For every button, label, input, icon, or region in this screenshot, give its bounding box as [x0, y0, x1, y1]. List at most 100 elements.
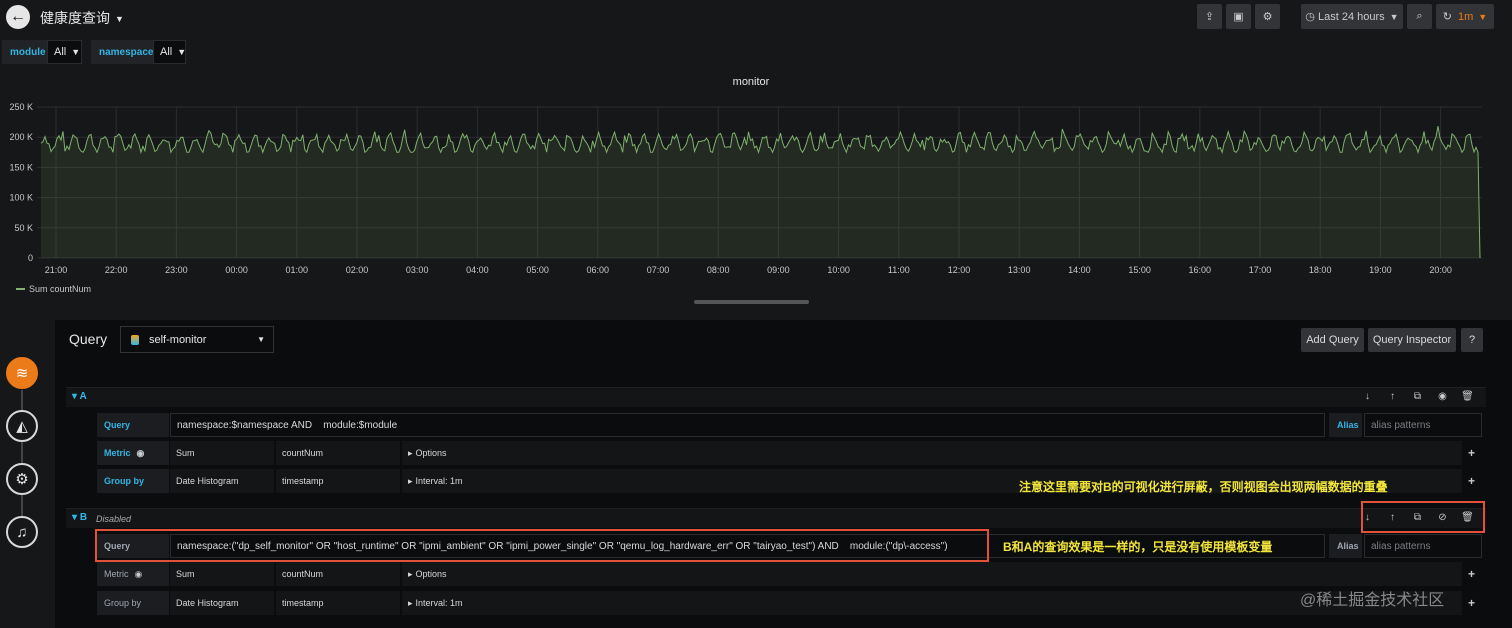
- caret-right-icon: ▸: [408, 568, 413, 579]
- x-tick-label: 18:00: [1309, 265, 1332, 275]
- groupby-field[interactable]: timestamp: [276, 469, 400, 493]
- y-tick-label: 200 K: [9, 132, 33, 142]
- top-navbar: ← 健康度查询 ▼ ⇪ ▣ ⚙ ◷ Last 24 hours ▼ ⌕ ↻ 1m …: [0, 0, 1512, 36]
- query-letter: ▾ A: [72, 391, 87, 402]
- metric-field[interactable]: countNum: [276, 562, 400, 586]
- visualization-icon[interactable]: ◭: [6, 410, 38, 442]
- metric-aggregation[interactable]: Sum: [170, 562, 274, 586]
- caret-right-icon: ▸: [408, 447, 413, 458]
- x-tick-label: 15:00: [1128, 265, 1151, 275]
- alias-label: Alias: [1329, 534, 1362, 558]
- eye-icon[interactable]: ◉: [137, 448, 145, 459]
- x-tick-label: 19:00: [1369, 265, 1392, 275]
- help-button[interactable]: ?: [1461, 328, 1483, 352]
- variable-select[interactable]: All ▼: [47, 40, 82, 64]
- legend-series-label: Sum countNum: [29, 284, 92, 294]
- caret-right-icon: ▸: [408, 475, 413, 486]
- duplicate-icon[interactable]: ⧉: [1405, 391, 1430, 402]
- x-tick-label: 22:00: [105, 265, 128, 275]
- query-letter: ▾ B: [72, 512, 88, 523]
- zoom-out-icon[interactable]: ⌕: [1407, 4, 1432, 29]
- x-tick-label: 08:00: [707, 265, 730, 275]
- datasource-select[interactable]: self-monitor ▼: [120, 326, 274, 353]
- y-tick-label: 50 K: [14, 223, 33, 233]
- move-down-icon[interactable]: ↓: [1355, 391, 1380, 402]
- add-query-button[interactable]: Add Query: [1301, 328, 1364, 352]
- database-icon[interactable]: ≋: [6, 357, 38, 389]
- trash-icon[interactable]: 🗑: [1455, 391, 1480, 402]
- alias-input[interactable]: alias patterns: [1364, 413, 1482, 437]
- time-range-label: Last 24 hours: [1318, 10, 1385, 23]
- query-row-header-a[interactable]: ▾ A ↓ ↑ ⧉ ◉ 🗑: [66, 387, 1486, 407]
- x-tick-label: 20:00: [1429, 265, 1452, 275]
- groupby-type[interactable]: Date Histogram: [170, 469, 274, 493]
- x-tick-label: 04:00: [466, 265, 489, 275]
- chevron-down-icon: ▼: [71, 47, 81, 57]
- time-range-picker[interactable]: ◷ Last 24 hours ▼: [1301, 4, 1403, 29]
- disabled-label: Disabled: [96, 514, 132, 524]
- watermark: @稀土掘金技术社区: [1300, 592, 1445, 609]
- x-tick-label: 12:00: [948, 265, 971, 275]
- bell-icon[interactable]: ♫: [6, 516, 38, 548]
- chevron-down-icon: ▼: [177, 47, 187, 57]
- add-groupby-icon[interactable]: +: [1468, 596, 1475, 610]
- y-tick-label: 100 K: [9, 193, 33, 203]
- gear-icon[interactable]: ⚙: [6, 463, 38, 495]
- query-row-header-b[interactable]: ▾ B Disabled ↓ ↑ ⧉ ⊘ 🗑: [66, 508, 1486, 528]
- add-metric-icon[interactable]: +: [1468, 567, 1475, 581]
- dashboard-title: 健康度查询: [40, 10, 110, 26]
- metric-aggregation[interactable]: Sum: [170, 441, 274, 465]
- x-tick-label: 16:00: [1189, 265, 1212, 275]
- annotation-same-note: B和A的查询效果是一样的，只是没有使用模板变量: [1003, 540, 1273, 554]
- refresh-picker[interactable]: ↻ 1m ▼: [1436, 4, 1494, 29]
- panel-title[interactable]: monitor: [0, 76, 1502, 88]
- eye-icon[interactable]: ◉: [1430, 391, 1455, 402]
- x-tick-label: 05:00: [526, 265, 549, 275]
- y-tick-label: 250 K: [9, 102, 33, 112]
- chevron-down-icon: ▼: [1389, 11, 1399, 22]
- legend-color-swatch: [16, 288, 25, 290]
- groupby-type[interactable]: Date Histogram: [170, 591, 274, 615]
- metric-label: Metric ◉: [97, 441, 169, 465]
- move-up-icon[interactable]: ↑: [1380, 391, 1405, 402]
- x-tick-label: 03:00: [406, 265, 429, 275]
- query-inspector-button[interactable]: Query Inspector: [1368, 328, 1456, 352]
- add-metric-icon[interactable]: +: [1468, 446, 1475, 460]
- x-tick-label: 07:00: [647, 265, 670, 275]
- query-input[interactable]: namespace:$namespace AND module:$module: [170, 413, 1325, 437]
- save-icon[interactable]: ▣: [1226, 4, 1251, 29]
- eye-icon[interactable]: ◉: [135, 569, 143, 580]
- chart-legend[interactable]: Sum countNum: [16, 284, 91, 294]
- dashboard-title-picker[interactable]: 健康度查询 ▼: [40, 8, 124, 28]
- gear-icon[interactable]: ⚙: [1255, 4, 1280, 29]
- x-tick-label: 10:00: [827, 265, 850, 275]
- x-tick-label: 21:00: [45, 265, 68, 275]
- alias-input[interactable]: alias patterns: [1364, 534, 1482, 558]
- metric-label: Metric ◉: [97, 562, 169, 586]
- variable-select[interactable]: All ▼: [153, 40, 186, 64]
- back-arrow-icon[interactable]: ←: [6, 5, 30, 29]
- chevron-down-icon: ▼: [115, 14, 124, 25]
- metric-options[interactable]: ▸ Options: [402, 441, 1462, 465]
- datasource-name: self-monitor: [149, 333, 207, 346]
- groupby-field[interactable]: timestamp: [276, 591, 400, 615]
- x-tick-label: 14:00: [1068, 265, 1091, 275]
- panel-resize-handle[interactable]: [694, 300, 809, 304]
- share-icon[interactable]: ⇪: [1197, 4, 1222, 29]
- chevron-down-icon: ▼: [257, 335, 265, 344]
- caret-right-icon: ▸: [408, 597, 413, 608]
- y-tick-label: 0: [28, 253, 33, 263]
- metric-options[interactable]: ▸ Options: [402, 562, 1462, 586]
- x-tick-label: 01:00: [286, 265, 309, 275]
- x-tick-label: 06:00: [587, 265, 610, 275]
- x-tick-label: 17:00: [1249, 265, 1272, 275]
- time-series-chart[interactable]: 0 50 K 100 K 150 K 200 K 250 K 21:00 22:00 23:00…: [0, 95, 1512, 280]
- refresh-icon: ↻: [1442, 11, 1452, 23]
- add-groupby-icon[interactable]: +: [1468, 474, 1475, 488]
- x-tick-label: 00:00: [225, 265, 248, 275]
- annotation-disable-note: 注意这里需要对B的可视化进行屏蔽，否则视图会出现两幅数据的重叠: [1019, 480, 1388, 494]
- metric-field[interactable]: countNum: [276, 441, 400, 465]
- variable-value: All: [54, 46, 67, 58]
- x-tick-label: 13:00: [1008, 265, 1031, 275]
- x-tick-label: 02:00: [346, 265, 369, 275]
